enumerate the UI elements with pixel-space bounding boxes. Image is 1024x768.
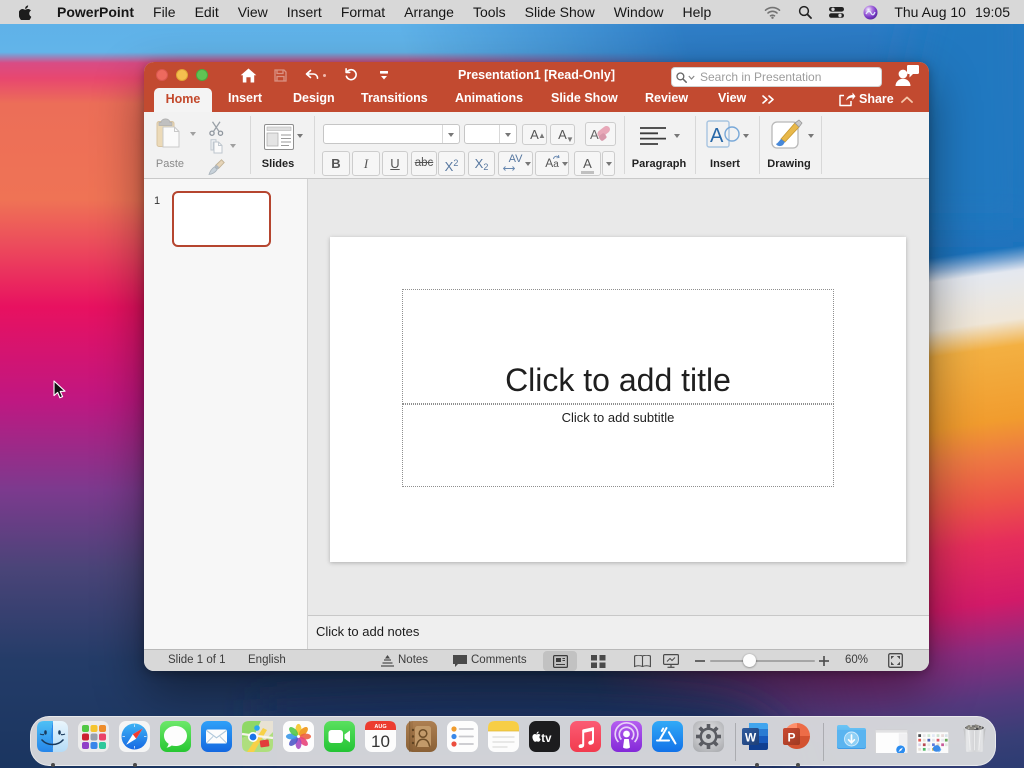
svg-text:tv: tv (541, 733, 552, 745)
svg-text:P: P (787, 731, 795, 745)
svg-text:A: A (710, 125, 724, 147)
svg-text:10: 10 (371, 732, 390, 751)
svg-text:AUG: AUG (374, 724, 386, 730)
svg-text:W: W (745, 731, 757, 745)
